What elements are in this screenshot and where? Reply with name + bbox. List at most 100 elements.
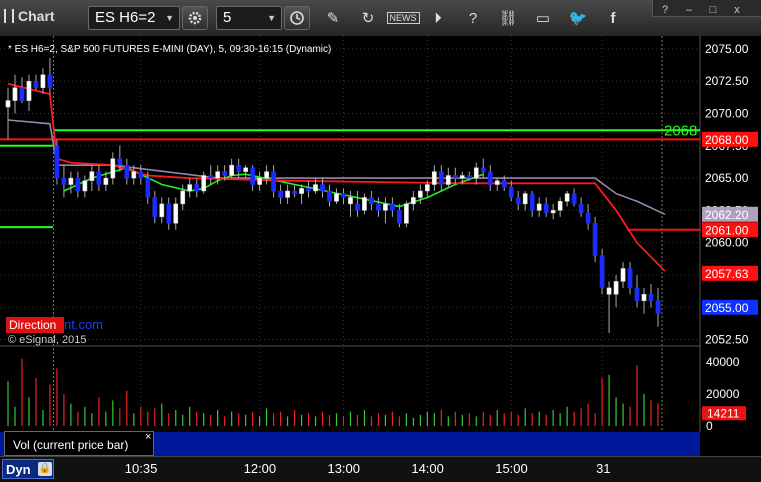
candle-body	[494, 180, 500, 185]
lock-icon[interactable]: 🔒	[38, 462, 52, 476]
chat-button[interactable]: ▭	[530, 6, 556, 30]
candle-body	[431, 171, 437, 185]
candle-body	[355, 203, 360, 211]
candle-body	[459, 175, 465, 179]
chart-header: * ES H6=2, S&P 500 FUTURES E-MINI (DAY),…	[8, 44, 331, 55]
candle-body	[634, 287, 640, 302]
time-tick-label: 10:35	[124, 461, 158, 476]
candle-body	[397, 210, 402, 224]
candle-body	[306, 188, 311, 192]
app-title: Chart	[4, 8, 55, 32]
candle-body	[334, 193, 339, 202]
dynamic-button[interactable]: Dyn 🔒	[2, 459, 54, 479]
candle-body	[508, 186, 514, 198]
maximize-button[interactable]: □	[701, 3, 725, 18]
candle-body	[348, 197, 353, 205]
candle-body	[54, 145, 60, 179]
candle-body	[452, 175, 458, 179]
refresh-button[interactable]: ↻	[355, 6, 381, 30]
candle-body	[536, 203, 542, 211]
candle-body	[159, 203, 165, 218]
twitter-button[interactable]: 🐦	[565, 6, 591, 30]
candle-body	[641, 294, 647, 302]
candle-body	[75, 177, 81, 192]
candle-body	[327, 190, 332, 202]
close-window-button[interactable]: x	[725, 3, 749, 18]
price-chart[interactable]: 2068 2075.002072.502070.002067.502065.00…	[0, 36, 761, 456]
candle-body	[564, 193, 570, 202]
link-icon: ⛓	[498, 10, 518, 27]
time-clock-button[interactable]	[284, 6, 310, 30]
candle-body	[606, 287, 612, 295]
candle-body	[187, 184, 193, 192]
news-button[interactable]: NEWS	[386, 6, 420, 30]
candle-body	[418, 190, 423, 198]
price-tick-label: 2052.50	[705, 333, 749, 347]
candle-body	[96, 171, 102, 185]
candle-body	[425, 184, 430, 192]
candle-body	[264, 171, 269, 179]
candle-body	[271, 171, 276, 192]
candle-body	[33, 80, 39, 88]
candle-body	[82, 180, 88, 192]
candle-body	[117, 158, 123, 166]
candle-body	[145, 177, 151, 198]
candle-body	[110, 158, 116, 179]
close-icon[interactable]: ×	[145, 431, 151, 443]
interval-input[interactable]: 5 ▼	[216, 6, 282, 30]
candle-body	[89, 171, 95, 181]
candle-body	[445, 175, 451, 185]
candle-body	[313, 184, 318, 192]
volume-study-label[interactable]: Vol (current price bar) ×	[4, 431, 154, 456]
dynamic-button-label: Dyn	[6, 462, 31, 477]
candle-body	[215, 171, 221, 179]
candle-body	[613, 281, 619, 295]
copyright: © eSignal, 2015	[8, 334, 86, 346]
candle-body	[138, 171, 144, 179]
settings-gear-button[interactable]	[182, 6, 208, 30]
app-title-label: Chart	[18, 8, 55, 24]
candle-body	[550, 210, 556, 214]
candle-body	[578, 203, 584, 214]
help-window-button[interactable]: ?	[653, 3, 677, 18]
candle-body	[480, 167, 486, 172]
candle-body	[529, 193, 535, 211]
candle-body	[299, 188, 304, 194]
chevron-down-icon[interactable]: ▼	[267, 7, 276, 29]
price-tick-label: 2060.00	[705, 236, 749, 250]
candle-body	[236, 164, 241, 172]
clock-icon	[290, 11, 304, 25]
candle-body	[222, 171, 228, 176]
volume-tick-label: 0	[706, 419, 713, 433]
interval-value: 5	[223, 9, 232, 26]
toolbar: Chart ES H6=2 ▼ 5 ▼ ✎ ↻ NEWS ⏵ ? ⛓ ▭ 🐦 f…	[0, 0, 761, 37]
time-tick-label: 13:00	[327, 461, 361, 476]
play-button[interactable]: ⏵	[425, 6, 451, 30]
candle-body	[278, 190, 283, 198]
candle-body	[362, 197, 367, 211]
symbol-input[interactable]: ES H6=2 ▼	[88, 6, 180, 30]
candle-body	[124, 164, 130, 179]
facebook-button[interactable]: f	[600, 6, 626, 30]
candle-body	[152, 197, 158, 218]
link-button[interactable]: ⛓	[495, 6, 521, 30]
minimize-button[interactable]: –	[677, 3, 701, 18]
candle-body	[522, 193, 528, 205]
candle-body	[376, 203, 381, 211]
candle-body	[208, 175, 214, 179]
draw-pencil-button[interactable]: ✎	[320, 6, 346, 30]
pencil-icon: ✎	[326, 10, 340, 27]
price-tick-label: 2070.00	[705, 107, 749, 121]
candle-body	[180, 190, 186, 205]
candle-body	[173, 203, 179, 224]
chevron-down-icon[interactable]: ▼	[165, 7, 174, 29]
candle-body	[543, 203, 549, 214]
help-button[interactable]: ?	[460, 6, 486, 30]
candle-body	[166, 203, 172, 224]
level-label: 2068	[664, 122, 697, 139]
candle-body	[627, 268, 633, 289]
candle-body	[40, 74, 46, 88]
news-icon: NEWS	[386, 12, 420, 24]
candle-body	[473, 167, 479, 179]
volume-study-label-text: Vol (current price bar)	[13, 438, 129, 452]
